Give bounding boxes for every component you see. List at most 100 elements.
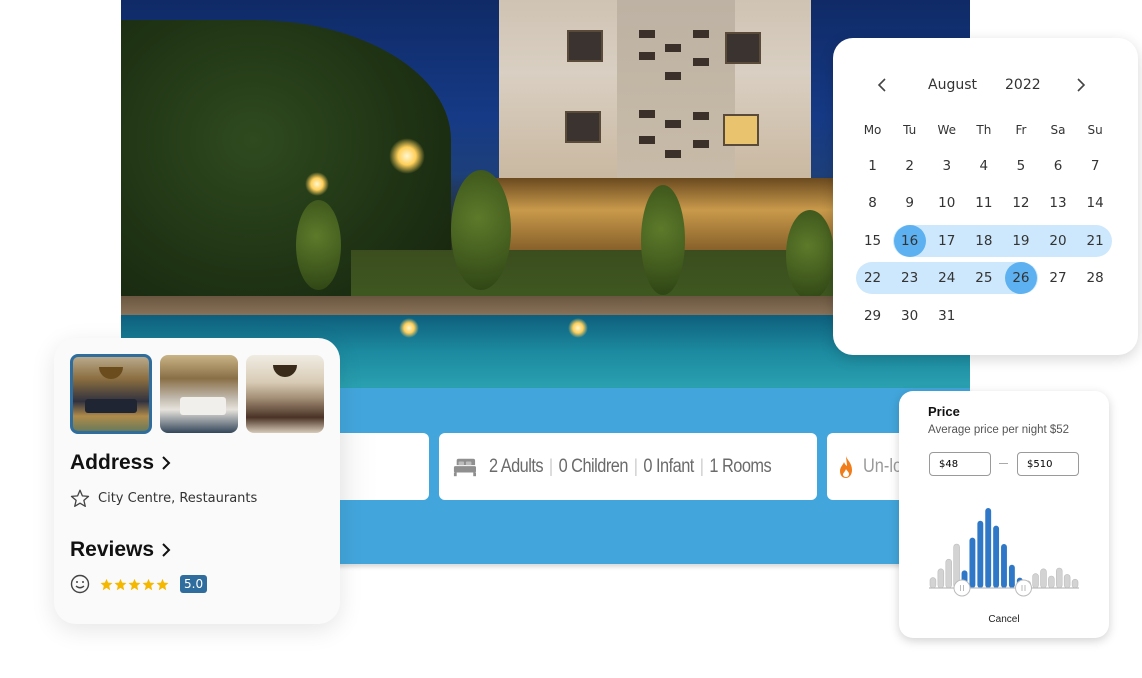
- price-title: Price: [928, 404, 960, 419]
- calendar-day[interactable]: 21: [1077, 225, 1114, 257]
- divider: |: [633, 456, 638, 476]
- calendar-day[interactable]: 8: [854, 187, 891, 219]
- calendar-day[interactable]: 27: [1039, 262, 1076, 294]
- calendar-day[interactable]: 20: [1039, 225, 1076, 257]
- histogram-bar: [1040, 568, 1047, 589]
- cancel-button[interactable]: Cancel: [899, 614, 1109, 625]
- calendar-day[interactable]: 29: [854, 300, 891, 332]
- children-count: 0 Children: [558, 455, 628, 477]
- calendar-day[interactable]: 22: [854, 262, 891, 294]
- calendar-navigation: August 2022: [833, 74, 1138, 96]
- calendar-week-row: 22 23 24 25 26 27 28: [854, 260, 1114, 298]
- weekday-label: We: [937, 123, 956, 137]
- weekday-label: Th: [976, 123, 992, 137]
- histogram-bar-selected: [969, 537, 976, 588]
- star-filled-icon: [100, 578, 113, 590]
- infant-count: 0 Infant: [643, 455, 694, 477]
- calendar-day[interactable]: 13: [1039, 187, 1076, 219]
- calendar-year[interactable]: 2022: [1005, 77, 1041, 93]
- rooms-count: 1 Rooms: [709, 455, 772, 477]
- histogram-bar: [1063, 574, 1071, 589]
- calendar-month[interactable]: August: [928, 77, 977, 93]
- star-filled-icon: [114, 578, 127, 590]
- max-price-input[interactable]: [1017, 452, 1079, 476]
- chevron-right-icon: [162, 543, 171, 557]
- average-price-text: Average price per night $52: [928, 424, 1070, 436]
- calendar-day[interactable]: 3: [928, 150, 965, 182]
- rating-score-badge: 5.0: [180, 575, 208, 593]
- thumbnail-hall[interactable]: [246, 355, 324, 433]
- weekday-label: Mo: [863, 123, 882, 137]
- star-filled-icon: [128, 578, 141, 590]
- histogram-bar: [937, 568, 945, 589]
- calendar-day[interactable]: 14: [1077, 187, 1114, 219]
- calendar-day[interactable]: 6: [1039, 150, 1076, 182]
- empty-day-cell: [1039, 300, 1076, 332]
- chevron-left-icon: [877, 78, 886, 92]
- address-heading: Address: [70, 451, 155, 474]
- histogram-bar-selected: [1001, 544, 1007, 588]
- divider: |: [699, 456, 704, 476]
- min-price-handle[interactable]: [953, 579, 971, 597]
- date-range-calendar: August 2022 Mo Tu We Th Fr Sa Su 1 2 3 4 5 6 7 8 9 10 11…: [833, 38, 1138, 355]
- previous-month-button[interactable]: [872, 74, 894, 96]
- thumbnail-bedroom[interactable]: [160, 355, 238, 433]
- calendar-grid: Mo Tu We Th Fr Sa Su 1 2 3 4 5 6 7 8 9 10 11 12 13 14 15 16 17…: [854, 121, 1114, 335]
- empty-day-cell: [1002, 300, 1039, 332]
- calendar-day[interactable]: 2: [891, 150, 928, 182]
- calendar-day[interactable]: 23: [891, 262, 928, 294]
- calendar-day[interactable]: 31: [928, 300, 965, 332]
- histogram-bar: [1048, 575, 1055, 589]
- weekday-label: Su: [1087, 123, 1103, 137]
- calendar-day[interactable]: 1: [854, 150, 891, 182]
- calendar-day[interactable]: 17: [928, 225, 965, 257]
- calendar-day[interactable]: 19: [1002, 225, 1039, 257]
- min-price-input[interactable]: [929, 452, 991, 476]
- adults-count: 2 Adults: [488, 455, 544, 477]
- histogram-bar: [1071, 578, 1079, 589]
- max-price-handle[interactable]: [1015, 579, 1032, 597]
- calendar-day[interactable]: 25: [965, 262, 1002, 294]
- weekday-label: Tu: [903, 123, 917, 137]
- calendar-day[interactable]: 4: [965, 150, 1002, 182]
- star-outline-icon: [70, 489, 90, 508]
- calendar-day[interactable]: 12: [1002, 187, 1039, 219]
- price-filter-card: Price Average price per night $52 Cancel: [899, 391, 1109, 638]
- calendar-day[interactable]: 28: [1077, 262, 1114, 294]
- guests-rooms-selector[interactable]: 2 Adults | 0 Children | 0 Infant | 1 Roo…: [439, 433, 817, 500]
- address-detail-row: City Centre, Restaurants: [70, 489, 257, 508]
- calendar-day[interactable]: 5: [1002, 150, 1039, 182]
- day-range-start[interactable]: 16: [891, 224, 928, 257]
- day-range-end[interactable]: 26: [1002, 262, 1039, 295]
- address-link[interactable]: Address: [70, 451, 174, 475]
- calendar-day[interactable]: 9: [891, 187, 928, 219]
- calendar-day[interactable]: 10: [928, 187, 965, 219]
- calendar-day[interactable]: 15: [854, 225, 891, 257]
- weekday-label: Sa: [1050, 123, 1066, 137]
- calendar-day[interactable]: 24: [928, 262, 965, 294]
- calendar-week-row: 8 9 10 11 12 13 14: [854, 185, 1114, 223]
- next-month-button[interactable]: [1069, 74, 1091, 96]
- calendar-day[interactable]: 18: [965, 225, 1002, 257]
- calendar-day[interactable]: 7: [1077, 150, 1114, 182]
- calendar-day[interactable]: 11: [965, 187, 1002, 219]
- star-rating: [100, 578, 169, 591]
- empty-day-cell: [965, 300, 1002, 332]
- calendar-day[interactable]: 30: [891, 300, 928, 332]
- address-detail: City Centre, Restaurants: [98, 491, 258, 506]
- histogram-bar-selected: [1008, 564, 1015, 588]
- chevron-right-icon: [1077, 78, 1086, 92]
- price-histogram-slider: [929, 506, 1079, 598]
- reviews-link[interactable]: Reviews: [70, 538, 174, 562]
- calendar-week-row: 15 16 17 18 19 20 21: [854, 222, 1114, 260]
- reviews-heading: Reviews: [70, 538, 155, 561]
- hotel-info-card: Address City Centre, Restaurants Reviews…: [54, 338, 340, 624]
- calendar-week-row: 29 30 31: [854, 297, 1114, 335]
- histogram-bar: [1032, 573, 1039, 589]
- bed-icon: [453, 458, 477, 476]
- flame-icon: [840, 455, 852, 478]
- smiley-icon: [70, 574, 90, 594]
- thumbnail-lobby[interactable]: [70, 354, 152, 434]
- photo-thumbnails: [70, 354, 324, 434]
- histogram-bar-selected: [985, 508, 992, 588]
